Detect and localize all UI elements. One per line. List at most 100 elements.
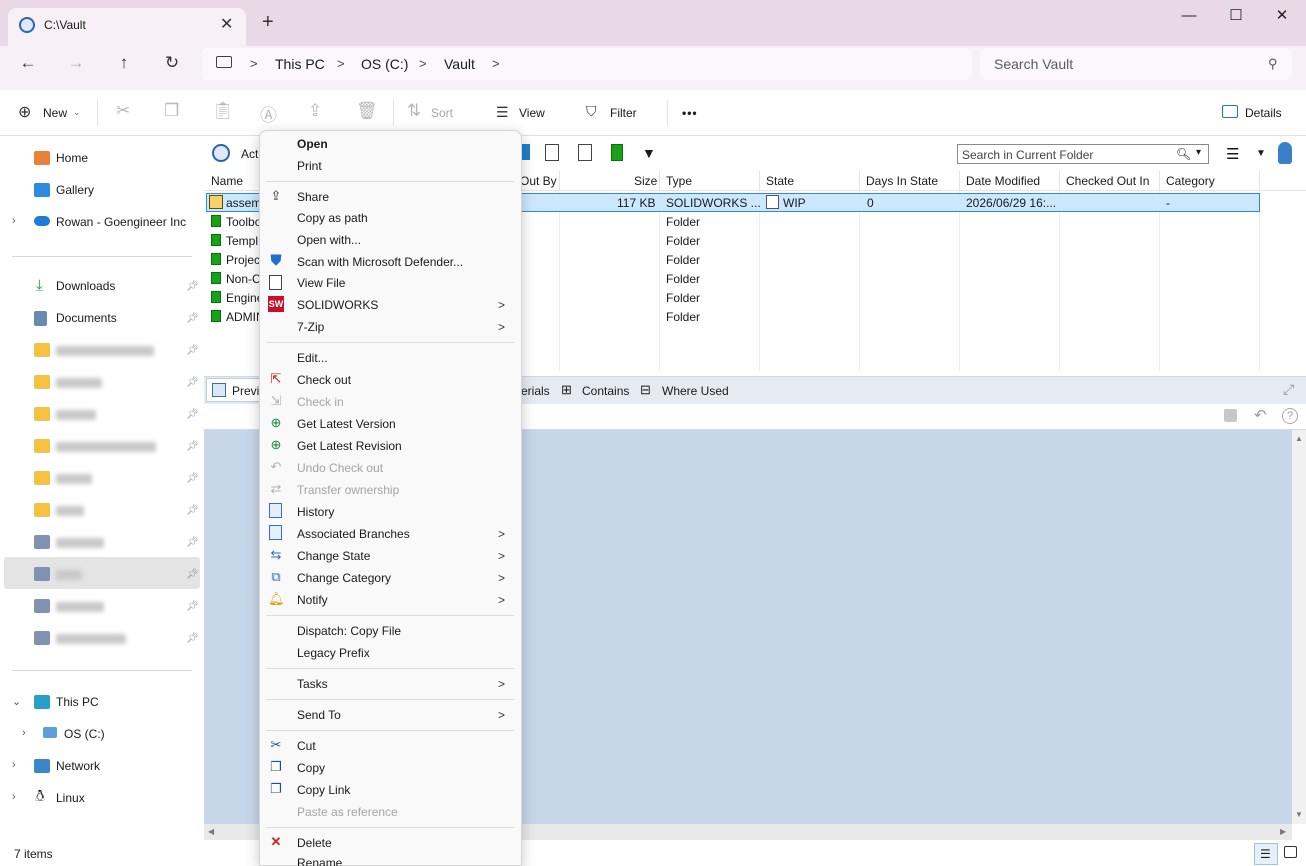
menu-item-legacy-prefix[interactable]: Legacy Prefix: [297, 646, 370, 660]
help-icon[interactable]: ?: [1282, 408, 1298, 424]
sidebar-item-home[interactable]: Home: [56, 151, 88, 165]
save-icon[interactable]: [1224, 409, 1237, 422]
expand-icon[interactable]: ⤢: [1283, 381, 1294, 398]
column-size[interactable]: Size: [634, 174, 657, 188]
breadcrumb-os-c[interactable]: OS (C:): [361, 56, 408, 72]
sidebar-item-onedrive[interactable]: Rowan - Goengineer Inc: [56, 215, 186, 229]
menu-item-scan-defender[interactable]: Scan with Microsoft Defender...: [297, 255, 463, 269]
column-category[interactable]: Category: [1166, 174, 1215, 188]
menu-item-open-with[interactable]: Open with...: [297, 233, 361, 247]
breadcrumb-chevron[interactable]: >: [250, 56, 258, 71]
vault-action-icon[interactable]: [212, 144, 230, 162]
search-options-icon[interactable]: ☰: [1226, 145, 1239, 163]
details-button[interactable]: Details: [1245, 106, 1282, 120]
new-tab-button[interactable]: +: [262, 12, 274, 32]
column-divider[interactable]: [1259, 171, 1260, 191]
back-button[interactable]: ←: [13, 48, 43, 78]
blurred-folder-label[interactable]: [56, 346, 154, 356]
chevron-right-icon[interactable]: ›: [12, 215, 16, 227]
menu-item-tasks[interactable]: Tasks: [297, 677, 328, 691]
sidebar-item-downloads[interactable]: Downloads: [56, 279, 115, 293]
breadcrumb-chevron[interactable]: >: [337, 56, 345, 71]
blurred-folder-label[interactable]: [56, 538, 104, 548]
column-divider[interactable]: [1159, 171, 1160, 191]
breadcrumb-vault[interactable]: Vault: [444, 56, 475, 72]
view-file-icon[interactable]: [578, 144, 592, 161]
column-state[interactable]: State: [766, 174, 794, 188]
menu-item-print[interactable]: Print: [297, 159, 322, 173]
scroll-down-icon[interactable]: ▼: [1295, 810, 1303, 819]
chevron-down-icon[interactable]: ▾: [1196, 147, 1201, 158]
actions-menu[interactable]: Act: [241, 147, 258, 161]
table-row[interactable]: Templ: [226, 234, 258, 248]
breadcrumb-this-pc[interactable]: This PC: [275, 56, 325, 72]
blurred-folder-label[interactable]: [56, 506, 84, 516]
maximize-button[interactable]: ☐: [1213, 4, 1259, 28]
blurred-folder-label[interactable]: [56, 442, 156, 452]
new-folder-icon[interactable]: [611, 144, 623, 161]
scroll-right-icon[interactable]: ▶: [1280, 827, 1286, 836]
cut-icon[interactable]: ✂: [116, 101, 130, 121]
sort-button[interactable]: Sort: [431, 106, 453, 120]
menu-item-associated-branches[interactable]: Associated Branches: [297, 527, 410, 541]
menu-item-notify[interactable]: Notify: [297, 593, 328, 607]
refresh-button[interactable]: ↻: [157, 48, 187, 78]
sidebar-item-os-c[interactable]: OS (C:): [64, 727, 105, 741]
column-name[interactable]: Name: [211, 174, 243, 188]
rename-icon[interactable]: Ⓐ: [260, 101, 277, 126]
share-icon[interactable]: ⇪: [308, 101, 322, 121]
menu-item-rename[interactable]: Rename: [297, 856, 342, 866]
delete-icon[interactable]: 🗑︎: [356, 101, 378, 121]
column-checked-out-in[interactable]: Checked Out In: [1066, 174, 1149, 188]
row-name[interactable]: assem: [226, 196, 261, 210]
chevron-right-icon[interactable]: ›: [12, 759, 16, 771]
menu-item-check-out[interactable]: Check out: [297, 373, 351, 387]
search-vault-input[interactable]: Search Vault ⚲: [980, 48, 1292, 80]
blurred-folder-label[interactable]: [56, 602, 104, 612]
details-view-button[interactable]: ☰: [1254, 843, 1278, 865]
breadcrumb-chevron[interactable]: >: [492, 56, 500, 71]
more-options-button[interactable]: •••: [682, 106, 698, 120]
menu-item-open[interactable]: Open: [297, 137, 328, 151]
menu-item-solidworks[interactable]: SOLIDWORKS: [297, 298, 378, 312]
user-icon[interactable]: [1278, 142, 1292, 164]
menu-item-view-file[interactable]: View File: [297, 276, 345, 290]
vertical-scrollbar[interactable]: ▲ ▼: [1292, 430, 1306, 824]
menu-item-delete[interactable]: Delete: [297, 836, 332, 850]
chevron-down-icon[interactable]: ⌄: [12, 695, 21, 708]
blurred-folder-label[interactable]: [56, 474, 92, 484]
tab-vault[interactable]: C:\Vault ✕: [8, 8, 246, 46]
scroll-left-icon[interactable]: ◀: [208, 827, 214, 836]
sidebar-item-network[interactable]: Network: [56, 759, 100, 773]
column-date-modified[interactable]: Date Modified: [966, 174, 1040, 188]
breadcrumb-chevron[interactable]: >: [419, 56, 427, 71]
tab-bill-of-materials[interactable]: erials: [521, 384, 550, 398]
tiles-view-button[interactable]: [1284, 846, 1297, 858]
table-row[interactable]: Projec: [226, 253, 260, 267]
copy-icon[interactable]: ❐: [164, 101, 179, 121]
view-button[interactable]: View: [519, 106, 545, 120]
blurred-folder-label[interactable]: [56, 634, 126, 644]
chevron-right-icon[interactable]: ›: [22, 727, 26, 739]
column-out-by[interactable]: Out By: [520, 174, 557, 188]
search-current-folder-input[interactable]: Search in Current Folder 🔍︎ ▾: [957, 144, 1209, 164]
column-divider[interactable]: [659, 171, 660, 191]
menu-item-share[interactable]: Share: [297, 190, 329, 204]
forward-button[interactable]: →: [61, 48, 91, 78]
tab-preview-label[interactable]: Previ: [232, 384, 259, 398]
menu-item-history[interactable]: History: [297, 505, 334, 519]
menu-item-dispatch-copy-file[interactable]: Dispatch: Copy File: [297, 624, 401, 638]
menu-item-send-to[interactable]: Send To: [297, 708, 341, 722]
sidebar-item-linux[interactable]: Linux: [56, 791, 85, 805]
sidebar-item-this-pc[interactable]: This PC: [56, 695, 99, 709]
menu-item-cut[interactable]: Cut: [297, 739, 316, 753]
column-divider[interactable]: [959, 171, 960, 191]
menu-item-edit[interactable]: Edit...: [297, 351, 328, 365]
tab-where-used[interactable]: Where Used: [662, 384, 729, 398]
tab-contains[interactable]: Contains: [582, 384, 629, 398]
sidebar-item-gallery[interactable]: Gallery: [56, 183, 94, 197]
blurred-folder-label[interactable]: [56, 378, 102, 388]
sidebar-item-documents[interactable]: Documents: [56, 311, 117, 325]
column-divider[interactable]: [1059, 171, 1060, 191]
menu-item-7zip[interactable]: 7-Zip: [297, 320, 324, 334]
